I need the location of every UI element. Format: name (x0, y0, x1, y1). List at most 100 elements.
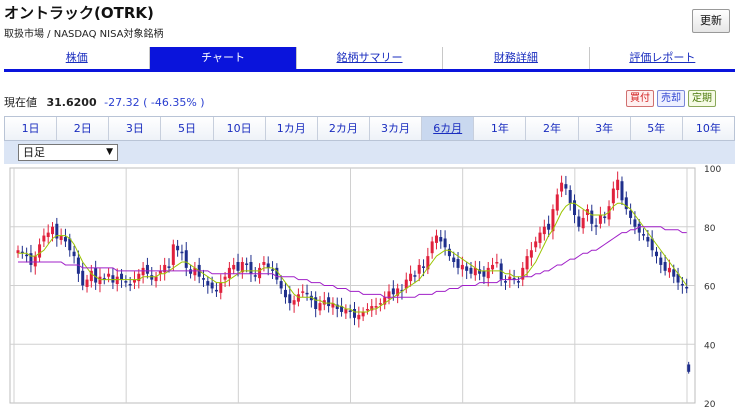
period-3m[interactable]: 3カ月 (369, 117, 423, 140)
candle-body (292, 300, 296, 305)
period-1d[interactable]: 1日 (5, 117, 58, 140)
market-subtitle: 取扱市場 / NASDAQ NISA対象銘柄 (4, 29, 164, 40)
candle-body (542, 226, 546, 235)
refresh-button[interactable]: 更新 (692, 9, 730, 33)
candle-body (516, 281, 520, 283)
interval-value: 日足 (23, 146, 45, 159)
candle-body (611, 188, 615, 204)
y-tick-label: 80 (704, 224, 716, 234)
price-change: -27.32 ( -46.35% ) (104, 96, 205, 109)
period-10d[interactable]: 10日 (213, 117, 266, 140)
candle-body (629, 210, 633, 218)
period-5d[interactable]: 5日 (161, 117, 214, 140)
candle-body (180, 251, 184, 254)
sell-button[interactable]: 売却 (657, 90, 685, 107)
candle-body (642, 234, 646, 236)
candle-body (391, 288, 395, 295)
candle-body (568, 190, 572, 204)
candle-body (633, 219, 637, 227)
candle-body (120, 273, 124, 280)
candle-body (646, 237, 650, 242)
period-6m[interactable]: 6カ月 (422, 117, 475, 140)
candle-body (288, 294, 292, 304)
candle-body (150, 275, 154, 280)
tab-chart[interactable]: チャート (150, 47, 297, 69)
candle-body (85, 279, 89, 287)
period-3y[interactable]: 3年 (578, 117, 631, 140)
candle-body (672, 269, 676, 277)
period-10y[interactable]: 10年 (682, 117, 734, 140)
candle-body (72, 251, 76, 257)
candle-body (620, 181, 624, 201)
candle-body (51, 226, 55, 235)
candle-body (33, 256, 37, 267)
candle-body (94, 267, 98, 283)
candle-body (154, 276, 158, 282)
candle-body (667, 267, 671, 273)
candle-body (124, 281, 128, 283)
candle-body (495, 262, 499, 264)
tab-rating-report[interactable]: 評価レポート (589, 47, 736, 69)
period-3d[interactable]: 3日 (109, 117, 162, 140)
candle-body (529, 250, 533, 258)
candle-body (42, 235, 46, 242)
period-1y[interactable]: 1年 (474, 117, 527, 140)
tab-stock-price[interactable]: 株価 (4, 47, 151, 69)
candle-body (460, 264, 464, 270)
current-price: 31.6200 (46, 96, 97, 109)
period-1m[interactable]: 1カ月 (265, 117, 318, 140)
candle-body (469, 267, 473, 274)
candle-body (283, 289, 287, 298)
recurring-button[interactable]: 定期 (688, 90, 716, 107)
candle-body (327, 297, 331, 307)
period-2d[interactable]: 2日 (57, 117, 110, 140)
candle-body (577, 216, 581, 227)
tab-summary[interactable]: 銘柄サマリー (296, 47, 444, 69)
candle-body (663, 262, 667, 271)
candle-body (249, 262, 253, 274)
period-2y[interactable]: 2年 (526, 117, 579, 140)
candle-body (171, 244, 175, 265)
interval-select[interactable]: 日足 ▼ (18, 144, 118, 161)
candle-body (417, 264, 421, 274)
period-5y[interactable]: 5年 (630, 117, 683, 140)
candle-body (603, 216, 607, 218)
candle-body (232, 264, 236, 270)
candle-body (430, 241, 434, 254)
candle-body (525, 256, 529, 270)
candle-body (573, 200, 577, 215)
candle-body (439, 237, 443, 242)
candle-body (305, 292, 309, 295)
candle-body (361, 311, 365, 317)
candle-body (452, 257, 456, 262)
period-tabs: 1日 2日 3日 5日 10日 1カ月 2カ月 3カ月 6カ月 1年 2年 3年… (4, 116, 735, 141)
candle-body (348, 310, 352, 312)
candle-body (107, 273, 111, 277)
candle-body (365, 309, 369, 311)
candle-body (491, 264, 495, 270)
candle-body (680, 284, 684, 286)
candle-body (594, 225, 598, 227)
candle-body (616, 179, 620, 191)
candle-body (111, 275, 115, 283)
candle-body (590, 210, 594, 224)
period-2m[interactable]: 2カ月 (317, 117, 370, 140)
candle-body (266, 263, 270, 268)
page-title: オントラック(OTRK) (4, 4, 154, 22)
candle-body (81, 270, 85, 286)
tab-financials[interactable]: 財務詳細 (443, 47, 590, 69)
buy-button[interactable]: 買付 (626, 90, 654, 107)
candle-body (344, 309, 348, 314)
candle-body (598, 215, 602, 224)
candle-body (357, 314, 361, 320)
candle-body (296, 294, 300, 302)
candle-body (378, 303, 382, 305)
candle-body (115, 276, 119, 285)
price-chart[interactable]: 20 40 60 80 100 (0, 164, 739, 407)
candle-body (245, 263, 249, 265)
candle-body (434, 235, 438, 243)
candle-body (214, 289, 218, 292)
candle-body (46, 232, 50, 238)
quote-row: 現在値 31.6200 -27.32 ( -46.35% ) (4, 94, 205, 110)
price-label: 現在値 (4, 96, 37, 109)
